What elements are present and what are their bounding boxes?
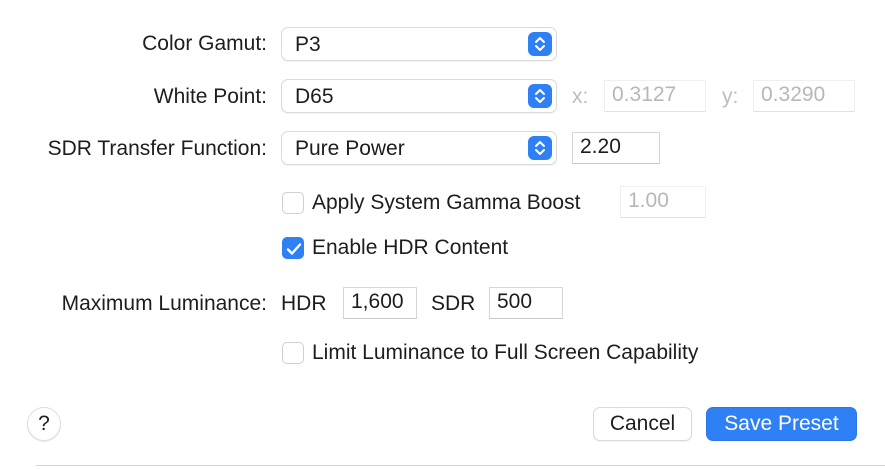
white-point-value: D65 — [295, 85, 334, 108]
checkmark-icon — [286, 243, 302, 255]
white-point-x-field[interactable]: 0.3127 — [604, 80, 706, 112]
hdr-luminance-field[interactable]: 1,600 — [343, 287, 417, 319]
cancel-button[interactable]: Cancel — [593, 407, 692, 441]
up-down-chevron-icon — [528, 136, 552, 160]
hdr-luminance-label: HDR — [281, 292, 327, 315]
color-gamut-label: Color Gamut: — [142, 32, 267, 55]
hdr-content-checkbox[interactable] — [282, 237, 304, 259]
max-luminance-label: Maximum Luminance: — [61, 292, 267, 315]
up-down-chevron-icon — [528, 32, 552, 56]
sdr-transfer-label: SDR Transfer Function: — [47, 137, 267, 160]
gamma-boost-checkbox[interactable] — [282, 192, 304, 214]
sdr-transfer-value: Pure Power — [295, 137, 405, 160]
white-point-x-label: x: — [572, 85, 589, 108]
help-button[interactable]: ? — [27, 407, 61, 441]
sdr-luminance-label: SDR — [431, 292, 476, 315]
color-gamut-popup[interactable]: P3 — [281, 27, 557, 61]
gamma-value-field[interactable]: 2.20 — [572, 132, 660, 164]
color-gamut-value: P3 — [295, 33, 321, 56]
white-point-label: White Point: — [153, 85, 267, 108]
gamma-boost-label: Apply System Gamma Boost — [312, 191, 581, 214]
hdr-content-label: Enable HDR Content — [312, 236, 509, 259]
white-point-popup[interactable]: D65 — [281, 79, 557, 113]
white-point-y-field[interactable]: 0.3290 — [753, 80, 855, 112]
limit-luminance-label: Limit Luminance to Full Screen Capabilit… — [312, 341, 699, 364]
limit-luminance-checkbox[interactable] — [282, 342, 304, 364]
sdr-transfer-popup[interactable]: Pure Power — [281, 131, 557, 165]
sdr-luminance-field[interactable]: 500 — [489, 287, 563, 319]
white-point-y-label: y: — [722, 85, 739, 108]
save-preset-button[interactable]: Save Preset — [706, 407, 857, 441]
bottom-divider — [36, 465, 885, 466]
up-down-chevron-icon — [528, 84, 552, 108]
gamma-boost-field[interactable]: 1.00 — [620, 186, 706, 218]
